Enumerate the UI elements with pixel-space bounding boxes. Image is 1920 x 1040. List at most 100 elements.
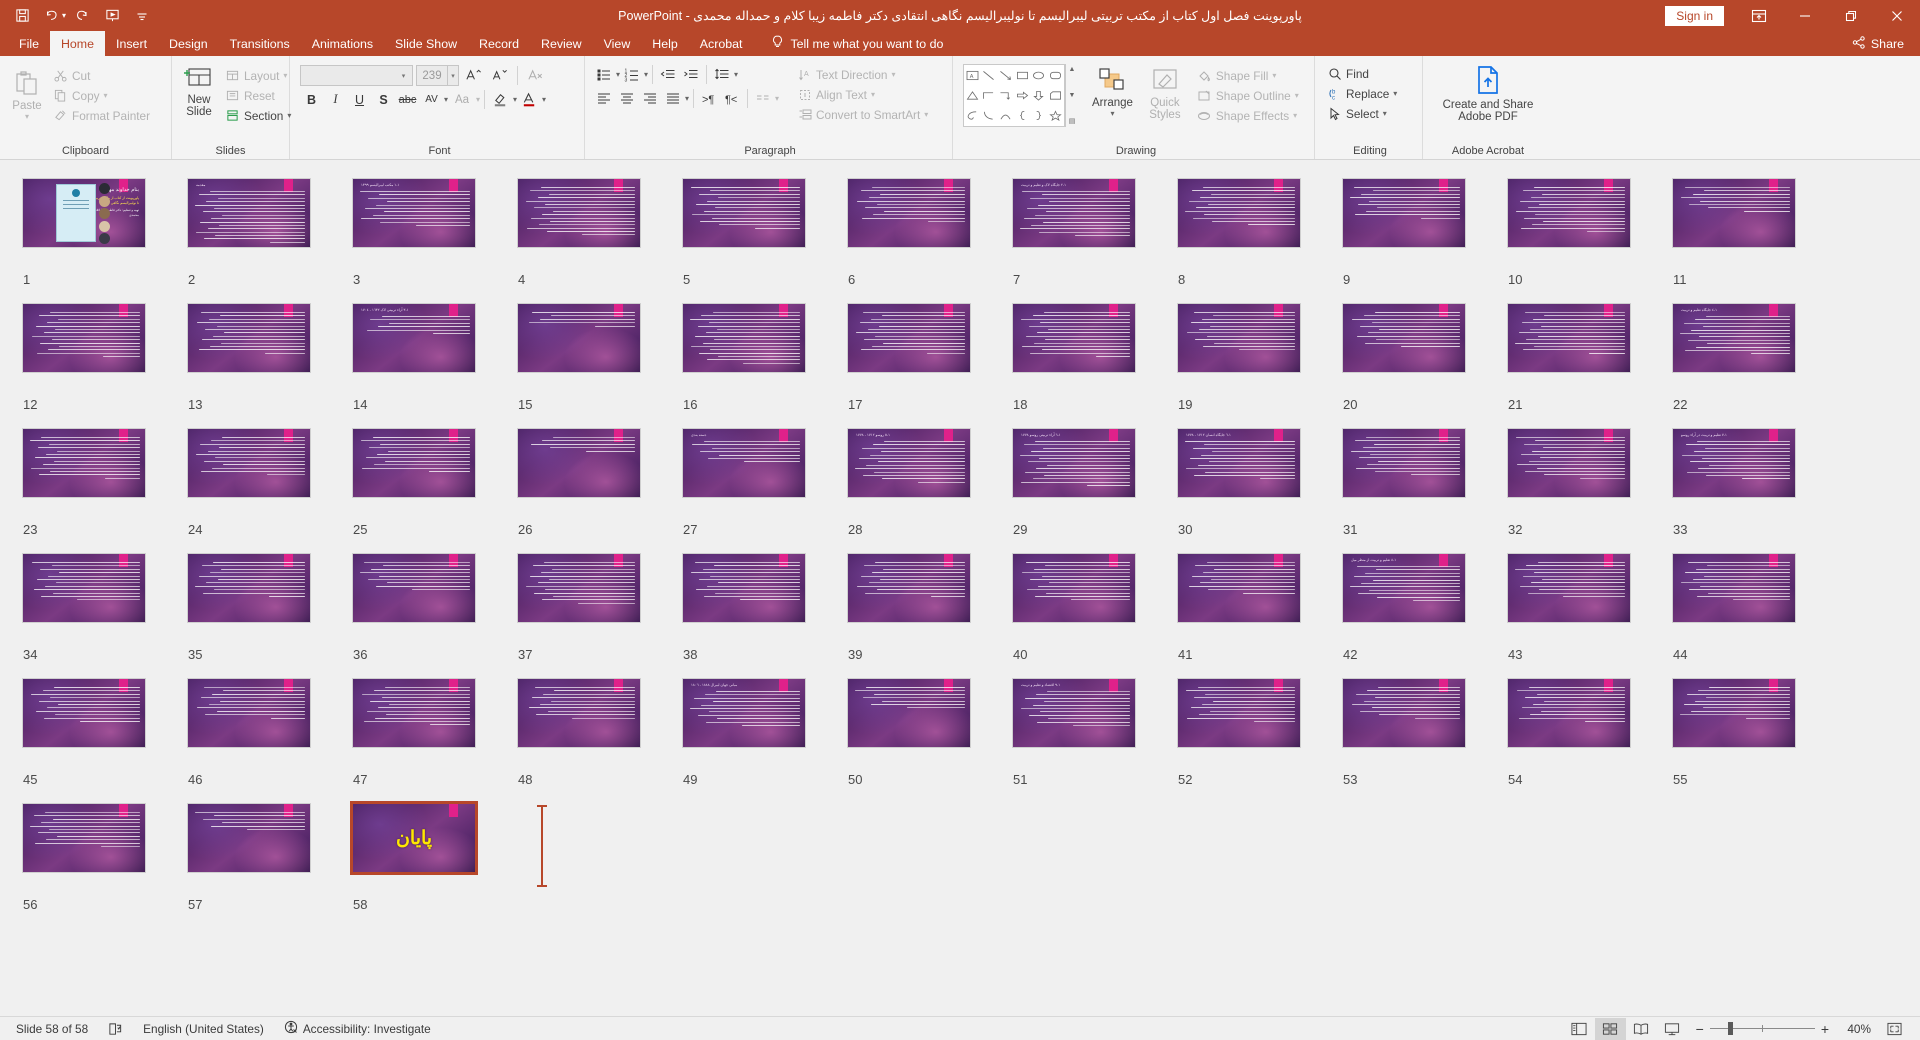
normal-view-button[interactable] — [1564, 1018, 1595, 1040]
shape-elbow-connector-icon[interactable] — [981, 85, 998, 105]
slide-thumbnail-38[interactable] — [682, 553, 806, 623]
shape-down-arrow-icon[interactable] — [1031, 85, 1048, 105]
sign-in-button[interactable]: Sign in — [1665, 5, 1724, 26]
notes-indicator-icon[interactable] — [98, 1022, 133, 1036]
customize-qat-icon[interactable] — [128, 3, 156, 29]
slide-thumbnail-36[interactable] — [352, 553, 476, 623]
slide-thumbnail-45[interactable] — [22, 678, 146, 748]
slide-thumbnail-12[interactable] — [22, 303, 146, 373]
arrange-button[interactable]: Arrange ▾ — [1086, 65, 1139, 120]
accessibility-indicator[interactable]: Accessibility: Investigate — [274, 1020, 441, 1037]
slide-thumbnail-40[interactable] — [1012, 553, 1136, 623]
copy-dropdown-icon[interactable]: ▾ — [104, 91, 108, 100]
text-highlight-color-button[interactable] — [489, 89, 512, 110]
bold-button[interactable]: B — [300, 89, 323, 110]
text-shadow-button[interactable]: S — [372, 89, 395, 110]
tab-slide-show[interactable]: Slide Show — [384, 31, 468, 56]
shape-rounded-rect-icon[interactable] — [1047, 65, 1064, 85]
slide-thumbnail-50[interactable] — [847, 678, 971, 748]
align-left-button[interactable] — [593, 88, 615, 109]
slide-thumbnail-21[interactable] — [1507, 303, 1631, 373]
tab-record[interactable]: Record — [468, 31, 530, 56]
decrease-indent-button[interactable] — [657, 64, 679, 85]
slide-thumbnail-6[interactable] — [847, 178, 971, 248]
tell-me-search[interactable]: Tell me what you want to do — [753, 31, 953, 56]
shape-fill-button[interactable]: Shape Fill ▾ — [1193, 66, 1303, 85]
gallery-scroll-up-icon[interactable]: ▲ — [1069, 66, 1076, 73]
slide-thumbnail-55[interactable] — [1672, 678, 1796, 748]
start-presentation-icon[interactable] — [98, 3, 126, 29]
slide-thumbnail-25[interactable] — [352, 428, 476, 498]
replace-dropdown-icon[interactable]: ▾ — [1393, 89, 1397, 98]
slide-thumbnail-35[interactable] — [187, 553, 311, 623]
smartart-dropdown-icon[interactable]: ▾ — [924, 110, 928, 119]
slide-thumbnail-30[interactable]: ١-٦ جایگاه انسان ١٧١٢ - ١٧٧٨ — [1177, 428, 1301, 498]
slide-thumbnail-31[interactable] — [1342, 428, 1466, 498]
shape-right-arrow-icon[interactable] — [1014, 85, 1031, 105]
ribbon-display-options-icon[interactable] — [1736, 0, 1782, 31]
underline-button[interactable]: U — [348, 89, 371, 110]
shape-outline-button[interactable]: Shape Outline ▾ — [1193, 86, 1303, 105]
convert-to-smartart-button[interactable]: Convert to SmartArt ▾ — [793, 105, 932, 124]
slide-thumbnail-18[interactable] — [1012, 303, 1136, 373]
tab-design[interactable]: Design — [158, 31, 219, 56]
zoom-out-button[interactable]: − — [1696, 1021, 1704, 1037]
cut-button[interactable]: Cut — [49, 66, 154, 85]
slide-thumbnail-34[interactable] — [22, 553, 146, 623]
select-dropdown-icon[interactable]: ▾ — [1383, 109, 1387, 118]
columns-dropdown-icon[interactable]: ▾ — [775, 94, 779, 103]
slide-thumbnail-10[interactable] — [1507, 178, 1631, 248]
bullets-button[interactable] — [593, 64, 615, 85]
find-button[interactable]: Find — [1323, 64, 1401, 83]
slide-thumbnail-51[interactable]: ١-٩ اقتصاد و تعلیم و تربیت — [1012, 678, 1136, 748]
slide-thumbnail-52[interactable] — [1177, 678, 1301, 748]
numbering-button[interactable]: 123 — [621, 64, 643, 85]
gallery-more-icon[interactable]: ▤ — [1069, 117, 1076, 125]
shape-arc-icon[interactable] — [997, 106, 1014, 126]
shape-textbox-icon[interactable]: A — [964, 65, 981, 85]
slide-thumbnail-24[interactable] — [187, 428, 311, 498]
tab-insert[interactable]: Insert — [105, 31, 158, 56]
shape-rectangle-icon[interactable] — [1014, 65, 1031, 85]
slide-thumbnail-23[interactable] — [22, 428, 146, 498]
line-spacing-button[interactable] — [711, 64, 733, 85]
line-spacing-dropdown-icon[interactable]: ▾ — [734, 70, 738, 79]
undo-dropdown-icon[interactable]: ▾ — [62, 11, 66, 20]
zoom-slider[interactable]: − + — [1688, 1021, 1837, 1037]
justify-button[interactable] — [662, 88, 684, 109]
clear-all-formatting-button[interactable] — [524, 65, 547, 86]
align-text-button[interactable]: Align Text ▾ — [793, 85, 932, 104]
layout-button[interactable]: Layout ▾ — [221, 66, 295, 85]
quick-styles-button[interactable]: Quick Styles — [1143, 65, 1187, 123]
slide-thumbnail-1[interactable]: بنام خداوند مهربانپاورپوینت از کتاب از م… — [22, 178, 146, 248]
shape-arrow-icon[interactable] — [997, 65, 1014, 85]
strikethrough-button[interactable]: abc — [396, 89, 419, 110]
increase-indent-button[interactable] — [680, 64, 702, 85]
character-spacing-button[interactable]: AV — [420, 89, 443, 110]
slide-sorter-pane[interactable]: بنام خداوند مهربانپاورپوینت از کتاب از م… — [0, 160, 1920, 1016]
highlight-dropdown-icon[interactable]: ▾ — [513, 95, 517, 104]
slide-thumbnail-47[interactable] — [352, 678, 476, 748]
slide-thumbnail-14[interactable]: ١-٣ آراء تربیتی لاک ١٦٣٢ - ١٧٠٤ — [352, 303, 476, 373]
slide-thumbnail-42[interactable]: ١-٨ تعلیم و تربیت از منظر میل — [1342, 553, 1466, 623]
create-and-share-adobe-pdf-button[interactable]: Create and Share Adobe PDF — [1428, 63, 1548, 125]
slide-thumbnail-9[interactable] — [1342, 178, 1466, 248]
shape-line-icon[interactable] — [981, 65, 998, 85]
close-button[interactable] — [1874, 0, 1920, 31]
arrange-dropdown-icon[interactable]: ▾ — [1110, 109, 1114, 118]
text-direction-dropdown-icon[interactable]: ▾ — [892, 70, 896, 79]
increase-font-size-button[interactable] — [462, 65, 485, 86]
bullets-dropdown-icon[interactable]: ▾ — [616, 70, 620, 79]
slide-thumbnail-43[interactable] — [1507, 553, 1631, 623]
paste-button[interactable]: Paste ▾ — [5, 68, 49, 123]
change-case-button[interactable]: Aa — [449, 89, 475, 110]
slide-sorter-view-button[interactable] — [1594, 1017, 1626, 1040]
redo-icon[interactable] — [68, 3, 96, 29]
shapes-gallery[interactable]: A — [963, 64, 1065, 127]
restore-button[interactable] — [1828, 0, 1874, 31]
tab-acrobat[interactable]: Acrobat — [689, 31, 754, 56]
save-icon[interactable] — [8, 3, 36, 29]
tab-help[interactable]: Help — [641, 31, 688, 56]
reset-button[interactable]: Reset — [221, 86, 295, 105]
font-name-dropdown-icon[interactable]: ▾ — [398, 66, 409, 85]
